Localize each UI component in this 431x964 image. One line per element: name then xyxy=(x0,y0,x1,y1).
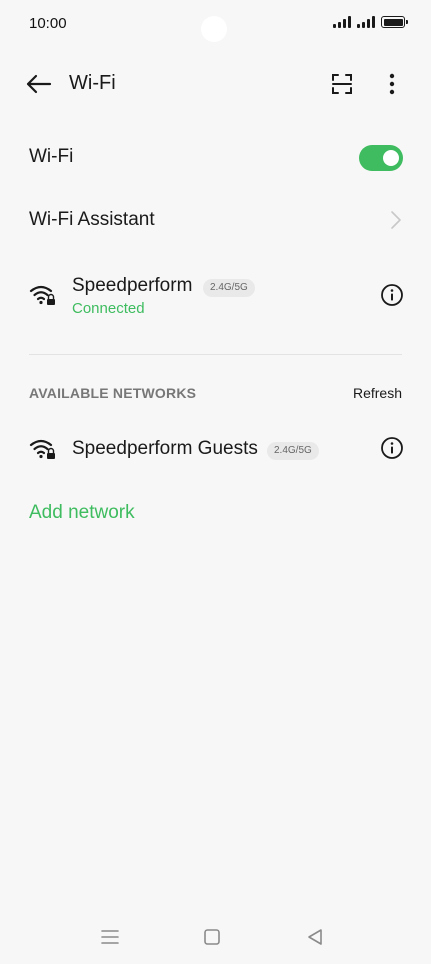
menu-icon[interactable] xyxy=(99,926,121,948)
page-title: Wi-Fi xyxy=(69,72,116,94)
signal-icon xyxy=(357,16,375,28)
status-bar: 10:00 xyxy=(0,0,431,48)
connected-network-name: Speedperform xyxy=(72,275,193,296)
info-icon[interactable] xyxy=(380,436,404,460)
back-triangle-icon[interactable] xyxy=(304,926,326,948)
navigation-bar xyxy=(0,920,431,956)
home-icon[interactable] xyxy=(201,926,223,948)
band-badge: 2.4G/5G xyxy=(267,442,319,460)
wifi-toggle[interactable] xyxy=(359,145,403,171)
refresh-button[interactable]: Refresh xyxy=(353,385,402,401)
back-arrow-icon[interactable] xyxy=(24,72,52,96)
add-network-button[interactable]: Add network xyxy=(29,502,135,524)
band-badge: 2.4G/5G xyxy=(203,279,255,297)
camera-cutout xyxy=(201,16,227,42)
wifi-lock-icon xyxy=(29,285,55,305)
available-networks-header: AVAILABLE NETWORKS xyxy=(29,385,197,401)
connection-status: Connected xyxy=(72,300,145,317)
wifi-toggle-label: Wi-Fi xyxy=(29,146,74,167)
status-icons xyxy=(333,16,408,28)
battery-icon xyxy=(381,16,408,28)
wifi-lock-icon xyxy=(29,439,55,459)
network-name: Speedperform Guests xyxy=(72,438,258,459)
info-icon[interactable] xyxy=(380,283,404,307)
status-time: 10:00 xyxy=(29,15,67,32)
chevron-right-icon[interactable] xyxy=(390,210,402,230)
wifi-assistant-label[interactable]: Wi-Fi Assistant xyxy=(29,209,155,231)
signal-icon xyxy=(333,16,351,28)
more-vert-icon[interactable] xyxy=(380,72,404,96)
toolbar: Wi-Fi xyxy=(0,60,431,108)
divider xyxy=(29,354,402,355)
scan-qr-icon[interactable] xyxy=(330,72,354,96)
